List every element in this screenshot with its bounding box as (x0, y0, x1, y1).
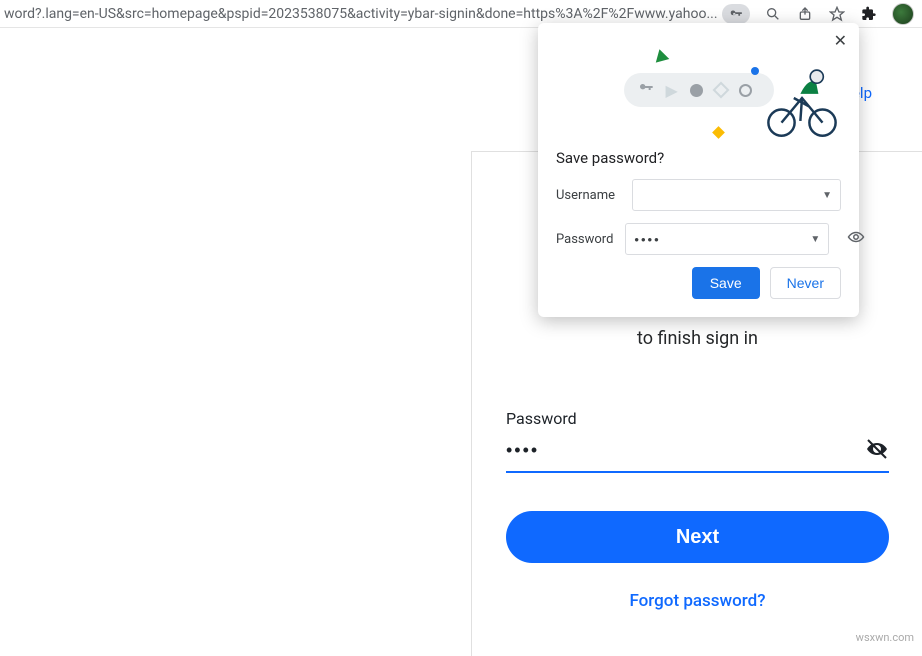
password-key-icon[interactable] (722, 4, 750, 24)
dialog-actions: Save Never (556, 267, 841, 299)
dialog-password-label: Password (556, 232, 613, 247)
profile-avatar[interactable] (892, 3, 914, 25)
password-input[interactable] (506, 436, 865, 465)
blue-dot-icon (751, 67, 759, 75)
signin-subtitle: to finish sign in (506, 328, 889, 349)
never-button[interactable]: Never (770, 267, 841, 299)
watermark-text: wsxwn.com (856, 631, 914, 644)
dialog-password-input[interactable] (634, 232, 810, 247)
bookmark-star-icon[interactable] (828, 5, 846, 23)
dialog-title: Save password? (556, 149, 841, 167)
extensions-puzzle-icon[interactable] (860, 5, 878, 23)
chevron-down-icon[interactable]: ▼ (810, 234, 820, 245)
save-password-dialog: ✕ ▶ Save password? Username ▼ (538, 23, 859, 317)
username-row: Username ▼ (556, 179, 841, 211)
key-icon (638, 80, 654, 100)
orange-diamond-icon (712, 126, 725, 139)
triangle-icon (653, 47, 670, 62)
password-field-row (506, 436, 889, 473)
username-input[interactable] (641, 188, 822, 203)
forgot-password-link[interactable]: Forgot password? (506, 591, 889, 611)
cyclist-illustration-icon (761, 57, 843, 139)
url-text: word?.lang=en-US&src=homepage&pspid=2023… (4, 6, 722, 22)
next-button[interactable]: Next (506, 511, 889, 563)
dialog-password-row: Password ▼ (556, 223, 841, 255)
username-label: Username (556, 188, 620, 203)
share-icon[interactable] (796, 5, 814, 23)
password-label: Password (506, 409, 889, 428)
chevron-down-icon[interactable]: ▼ (822, 190, 832, 201)
username-input-wrap[interactable]: ▼ (632, 179, 841, 211)
eye-icon[interactable] (847, 228, 865, 250)
illustration-pill: ▶ (624, 73, 774, 107)
eye-toggle-icon[interactable] (865, 437, 889, 465)
zoom-icon[interactable] (764, 5, 782, 23)
dialog-illustration: ▶ (556, 35, 841, 145)
addrbar-actions (722, 3, 918, 25)
dialog-password-input-wrap[interactable]: ▼ (625, 223, 829, 255)
save-button[interactable]: Save (692, 267, 760, 299)
